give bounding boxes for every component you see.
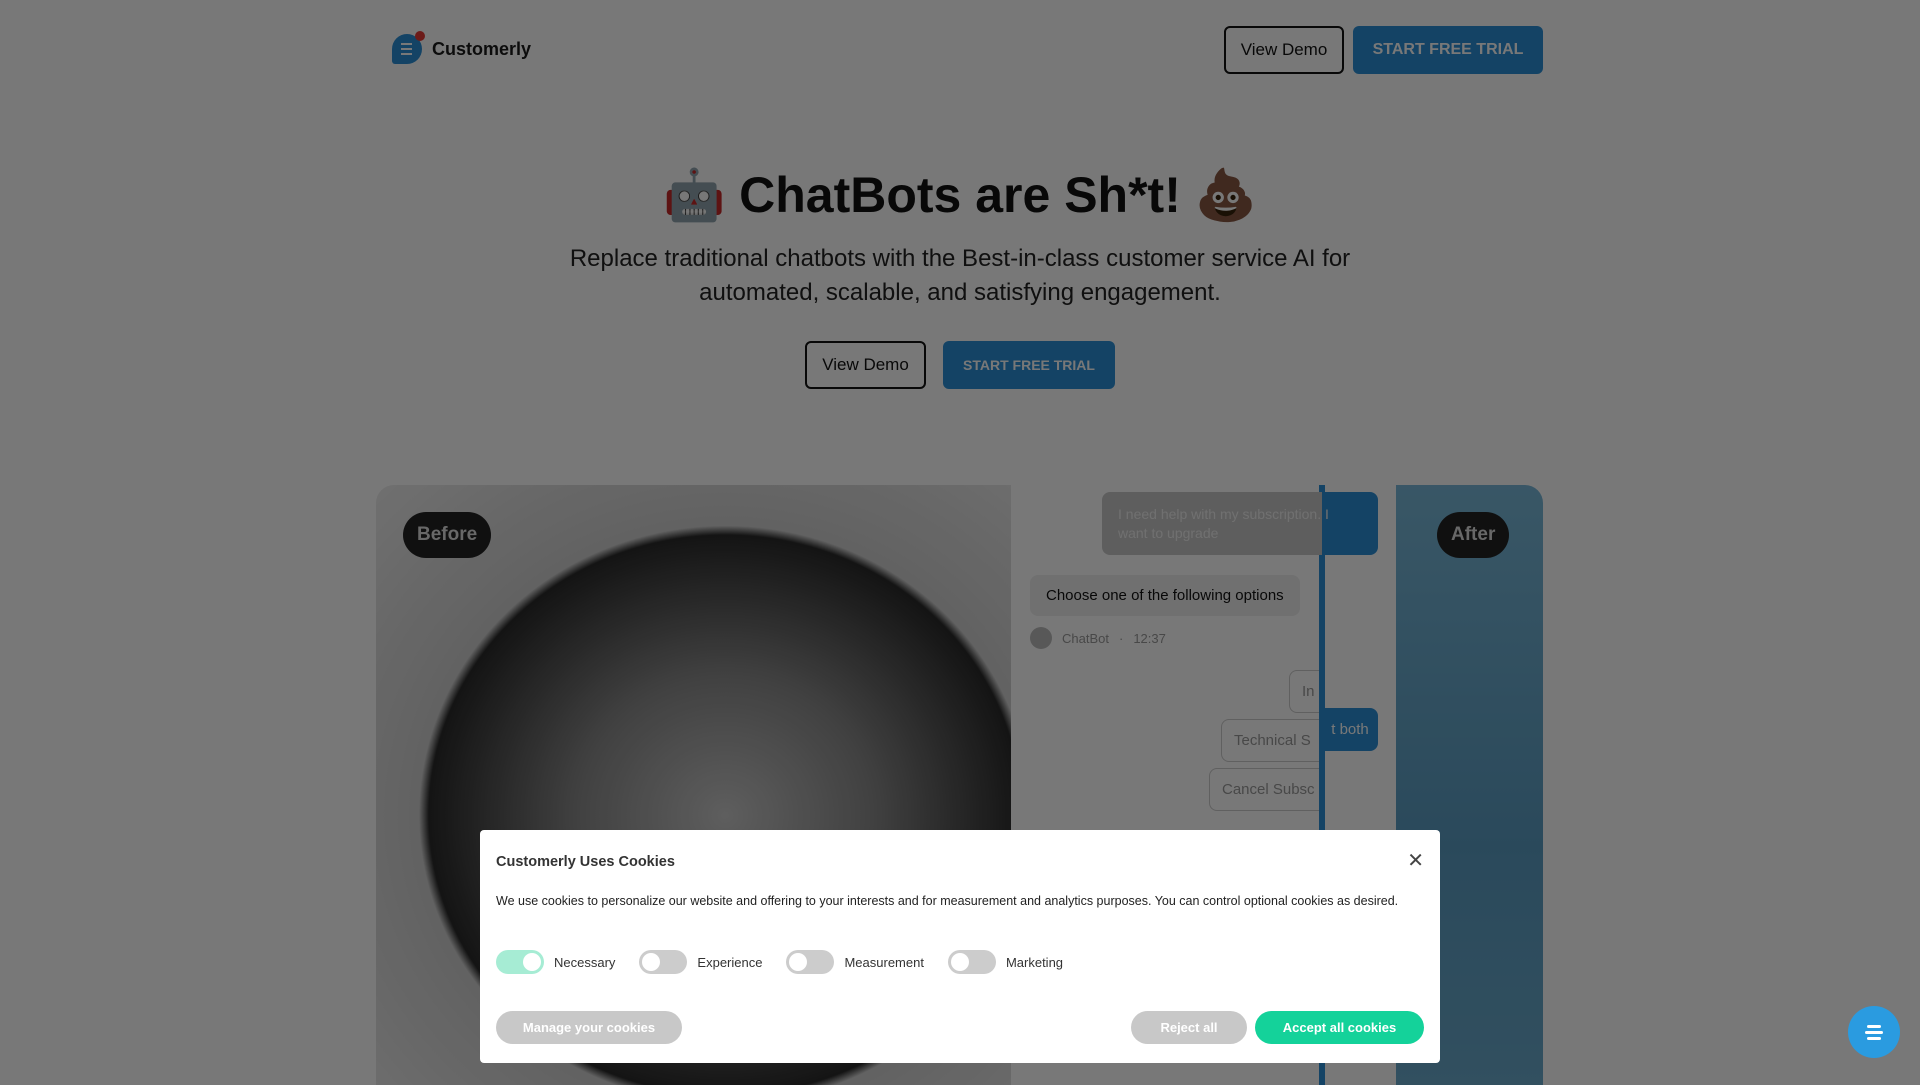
chat-widget-button[interactable] xyxy=(1848,1006,1900,1058)
toggle-experience[interactable]: Experience xyxy=(639,950,762,974)
toggle-label: Marketing xyxy=(1005,954,1064,970)
toggle-measurement[interactable]: Measurement xyxy=(786,950,924,974)
after-reply-bubble: t both xyxy=(1322,708,1378,751)
bot-meta: ChatBot · 12:37 xyxy=(1030,627,1166,649)
reject-all-button[interactable]: Reject all xyxy=(1131,1011,1247,1044)
toggle-label: Necessary xyxy=(554,954,616,970)
hero-start-trial-button[interactable]: START FREE TRIAL xyxy=(943,341,1115,389)
bot-name: ChatBot xyxy=(1062,630,1109,646)
accept-all-button[interactable]: Accept all cookies xyxy=(1255,1011,1424,1044)
close-icon[interactable]: ✕ xyxy=(1407,848,1424,873)
logo-chat-icon xyxy=(392,31,425,64)
hero-title: 🤖 ChatBots are Sh*t! 💩 xyxy=(662,167,1258,223)
toggle-necessary[interactable]: Necessary xyxy=(496,950,615,974)
after-label: After xyxy=(1437,512,1510,558)
toggle-label: Measurement xyxy=(844,954,924,970)
toggle-label: Experience xyxy=(697,954,763,970)
cookie-description: We use cookies to personalize our websit… xyxy=(496,894,1399,908)
cookie-toggles: Necessary Experience Measurement Marketi… xyxy=(496,950,1087,974)
option-button[interactable]: Technical S xyxy=(1221,719,1319,762)
bot-message: Choose one of the following options xyxy=(1030,575,1300,616)
bot-time: 12:37 xyxy=(1133,630,1166,646)
toggle-switch[interactable] xyxy=(639,950,688,974)
manage-cookies-button[interactable]: Manage your cookies xyxy=(496,1011,682,1044)
cookie-consent-dialog: Customerly Uses Cookies ✕ We use cookies… xyxy=(480,830,1440,1063)
user-message: I need help with my subscription. I want… xyxy=(1102,492,1378,555)
nav-start-trial-button[interactable]: START FREE TRIAL xyxy=(1353,26,1543,74)
chat-icon xyxy=(1867,1024,1881,1028)
toggle-marketing[interactable]: Marketing xyxy=(947,950,1064,974)
brand-logo[interactable]: Customerly xyxy=(392,31,532,64)
option-button[interactable]: Cancel Subsc xyxy=(1209,768,1319,811)
nav-view-demo-button[interactable]: View Demo xyxy=(1224,26,1344,74)
toggle-switch[interactable] xyxy=(786,950,835,974)
meta-separator: · xyxy=(1118,630,1124,646)
hero-view-demo-button[interactable]: View Demo xyxy=(805,341,926,389)
cookie-title: Customerly Uses Cookies xyxy=(496,854,675,870)
brand-name: Customerly xyxy=(432,38,532,59)
hero-subtitle: Replace traditional chatbots with the Be… xyxy=(569,245,1351,306)
toggle-switch[interactable] xyxy=(947,950,996,974)
toggle-switch[interactable] xyxy=(496,950,544,974)
before-label: Before xyxy=(403,512,492,558)
option-button[interactable]: In xyxy=(1289,670,1319,713)
bot-avatar-icon xyxy=(1030,627,1052,649)
